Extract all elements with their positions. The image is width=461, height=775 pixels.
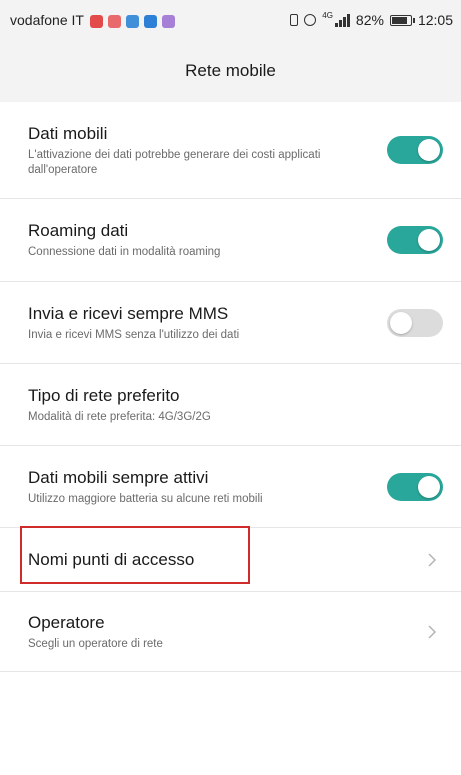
battery-icon	[389, 14, 415, 26]
status-icons: 4G 82% 12:05	[290, 10, 453, 28]
setting-row-roaming-dati[interactable]: Roaming dati Connessione dati in modalit…	[0, 199, 461, 282]
setting-subtitle: Utilizzo maggiore batteria su alcune ret…	[28, 492, 263, 505]
setting-title: Invia e ricevi sempre MMS	[28, 303, 229, 323]
signal-icon	[334, 13, 350, 27]
setting-title: Dati mobili	[28, 123, 108, 143]
clock: 12:05	[417, 12, 453, 28]
setting-subtitle: Scegli un operatore di rete	[28, 637, 163, 650]
dati-sempre-attivi-toggle[interactable]	[387, 472, 443, 501]
setting-title: Operatore	[28, 612, 105, 632]
notification-icon-3	[125, 14, 139, 28]
chevron-right-icon	[428, 624, 437, 639]
alarm-icon	[304, 14, 317, 26]
chevron-right-icon	[428, 552, 437, 567]
setting-title: Nomi punti di accesso	[28, 549, 195, 569]
notification-icon-5	[161, 14, 175, 28]
setting-row-nomi-punti-accesso[interactable]: Nomi punti di accesso	[0, 526, 461, 592]
toggle-knob	[418, 139, 440, 161]
mms-toggle[interactable]	[387, 308, 443, 337]
setting-title: Roaming dati	[28, 221, 129, 240]
setting-title: Dati mobili sempre attivi	[28, 467, 209, 487]
page-title: Rete mobile	[185, 61, 276, 80]
carrier-name: vodafone IT	[10, 12, 84, 28]
network-type-label: 4G	[322, 10, 333, 20]
toggle-knob	[418, 229, 440, 251]
roaming-dati-toggle[interactable]	[387, 226, 443, 254]
setting-row-mms[interactable]: Invia e ricevi sempre MMS Invia e ricevi…	[0, 282, 461, 364]
setting-subtitle: Connessione dati in modalità roaming	[28, 246, 221, 258]
setting-title: Tipo di rete preferito	[28, 385, 180, 405]
notification-icon-1	[89, 14, 103, 28]
dati-mobili-toggle[interactable]	[387, 136, 443, 164]
battery-percentage: 82%	[355, 12, 384, 28]
settings-list: Dati mobili L'attivazione dei dati potre…	[0, 102, 461, 672]
battery-fill	[391, 16, 407, 24]
toggle-knob	[390, 311, 412, 334]
toggle-knob	[418, 475, 440, 498]
vibrate-icon	[290, 14, 299, 26]
setting-row-dati-sempre-attivi[interactable]: Dati mobili sempre attivi Utilizzo maggi…	[0, 446, 461, 528]
setting-subtitle: Invia e ricevi MMS senza l'utilizzo dei …	[28, 328, 240, 341]
status-bar: vodafone IT 4G 82% 12:05	[0, 0, 461, 40]
notification-icon-4	[143, 14, 157, 28]
setting-row-dati-mobili[interactable]: Dati mobili L'attivazione dei dati potre…	[0, 102, 461, 199]
setting-subtitle: L'attivazione dei dati potrebbe generare…	[28, 148, 321, 176]
setting-row-tipo-rete[interactable]: Tipo di rete preferito Modalità di rete …	[0, 364, 461, 446]
notification-icon-2	[107, 14, 121, 28]
setting-row-operatore[interactable]: Operatore Scegli un operatore di rete	[0, 592, 461, 672]
setting-subtitle: Modalità di rete preferita: 4G/3G/2G	[28, 410, 211, 423]
title-bar: Rete mobile	[0, 40, 461, 102]
